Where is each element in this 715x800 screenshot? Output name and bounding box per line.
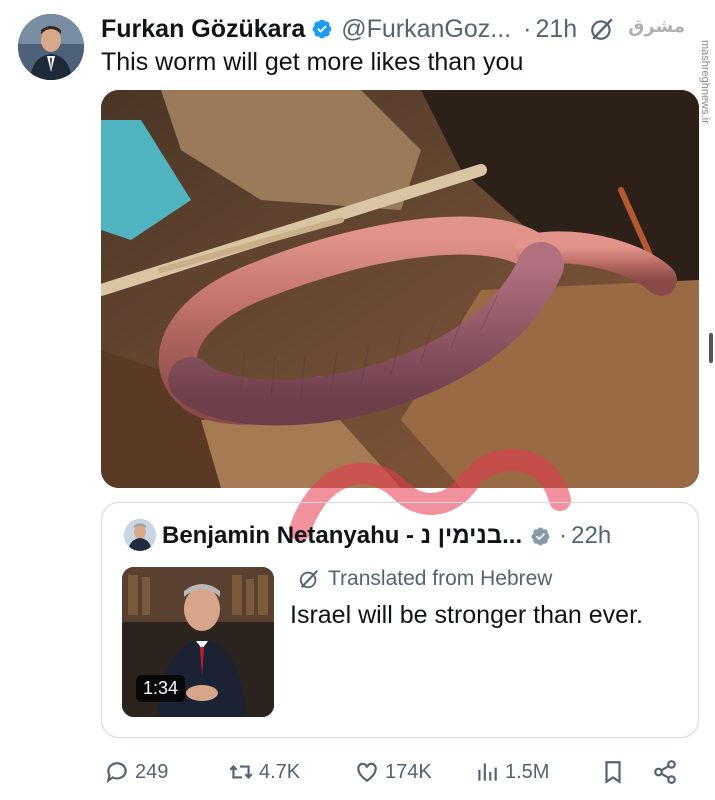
translated-label-text: Translated from Hebrew — [328, 567, 553, 590]
reply-count: 249 — [135, 760, 169, 783]
like-count: 174K — [385, 760, 432, 783]
grok-icon — [299, 570, 318, 589]
author-handle[interactable]: @FurkanGoz... — [341, 15, 511, 44]
scrollbar[interactable] — [709, 333, 713, 363]
grok-icon[interactable] — [589, 16, 615, 42]
tweet-media-image[interactable] — [101, 90, 699, 488]
tweet-time[interactable]: 21h — [535, 15, 577, 44]
quoted-video-thumbnail[interactable]: 1:34 — [122, 567, 274, 717]
reply-icon — [106, 762, 127, 784]
bookmark-button[interactable] — [600, 759, 626, 785]
share-button[interactable] — [652, 759, 678, 785]
quoted-author-name[interactable]: Benjamin Netanyahu - בנימין נ... — [162, 522, 522, 550]
reply-button[interactable]: 249 — [104, 759, 168, 785]
quoted-tweet[interactable]: Benjamin Netanyahu - בנימין נ... · 22h 1… — [101, 502, 699, 738]
repost-icon — [229, 765, 253, 779]
author-avatar[interactable] — [18, 14, 84, 80]
quoted-time[interactable]: 22h — [571, 522, 611, 550]
separator: · — [523, 14, 532, 43]
tweet-header: Furkan Gözükara @FurkanGoz... · 21h — [101, 12, 685, 46]
watermark-site-text: mashreghnews.ir — [699, 40, 711, 124]
verified-badge-icon — [312, 19, 332, 39]
quoted-text: Israel will be stronger than ever. — [290, 601, 643, 629]
views-icon — [478, 763, 497, 781]
share-icon — [654, 760, 676, 784]
views-button[interactable]: 1.5M — [474, 759, 549, 785]
quoted-header: Benjamin Netanyahu - בנימין נ... · 22h — [162, 519, 611, 553]
tweet-text: This worm will get more likes than you — [101, 48, 524, 76]
separator: · — [559, 522, 568, 549]
video-duration: 1:34 — [136, 675, 186, 702]
repost-button[interactable]: 4.7K — [228, 759, 300, 785]
quoted-author-avatar[interactable] — [124, 519, 156, 551]
repost-count: 4.7K — [259, 760, 301, 783]
author-name[interactable]: Furkan Gözükara — [101, 15, 305, 44]
views-count: 1.5M — [505, 760, 550, 783]
like-button[interactable]: 174K — [354, 759, 432, 785]
verified-badge-icon — [531, 527, 550, 545]
action-bar: 249 4.7K 174K 1.5M — [104, 754, 685, 790]
bookmark-icon — [605, 761, 621, 784]
like-icon — [357, 762, 377, 782]
translated-label[interactable]: Translated from Hebrew — [298, 567, 552, 591]
watermark-logo-text: مشرق — [628, 16, 685, 36]
